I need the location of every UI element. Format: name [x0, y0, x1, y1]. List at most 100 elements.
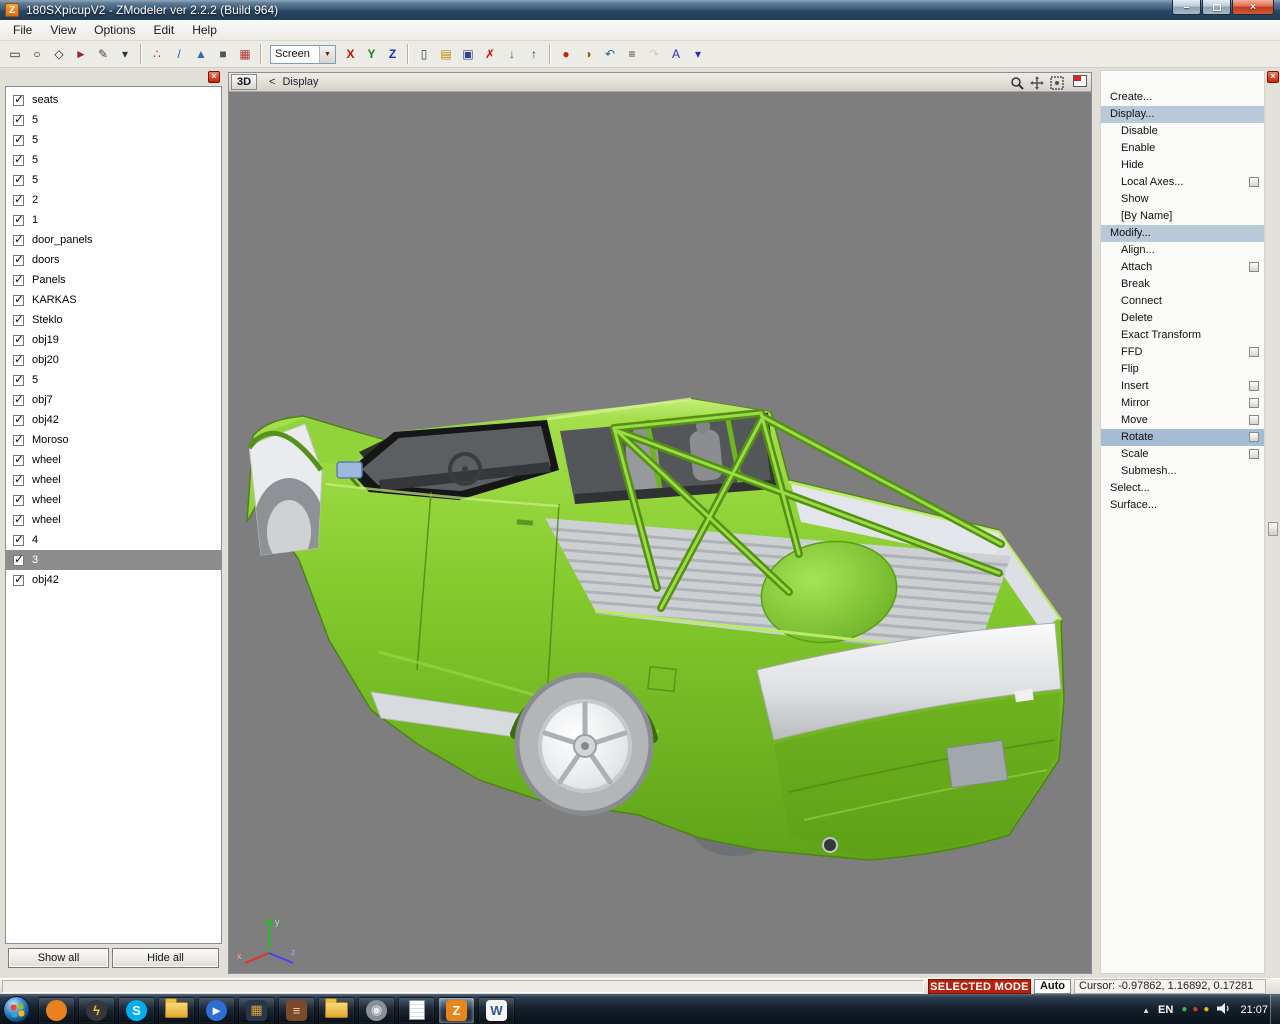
visibility-checkbox[interactable]: ✓ — [13, 415, 24, 426]
visibility-checkbox[interactable]: ✓ — [13, 515, 24, 526]
media-player-icon[interactable]: ► — [198, 997, 235, 1024]
axis-y-button[interactable]: Y — [361, 44, 382, 65]
capture-icon[interactable]: ◉ — [358, 997, 395, 1024]
visibility-checkbox[interactable]: ✓ — [13, 355, 24, 366]
zoom-extents-icon[interactable] — [1049, 75, 1065, 90]
command-scale[interactable]: Scale — [1101, 446, 1264, 463]
command-move[interactable]: Move — [1101, 412, 1264, 429]
command-insert[interactable]: Insert — [1101, 378, 1264, 395]
command-exact-transform[interactable]: Exact Transform — [1101, 327, 1264, 344]
delete-icon[interactable]: ✗ — [479, 43, 501, 65]
polygons-mode-icon[interactable]: ▲ — [190, 43, 212, 65]
uv-mapper-icon[interactable]: ▦ — [234, 43, 256, 65]
object-list-item[interactable]: ✓ obj42 — [6, 410, 221, 430]
command-checkbox[interactable] — [1249, 449, 1259, 459]
objects-mode-icon[interactable]: ■ — [212, 43, 234, 65]
visibility-checkbox[interactable]: ✓ — [13, 215, 24, 226]
visibility-checkbox[interactable]: ✓ — [13, 335, 24, 346]
command-ffd[interactable]: FFD — [1101, 344, 1264, 361]
hidden-icons-button[interactable]: ▲ — [1142, 1006, 1150, 1015]
visibility-checkbox[interactable]: ✓ — [13, 135, 24, 146]
object-list-item[interactable]: ✓ 2 — [6, 190, 221, 210]
hide-all-button[interactable]: Hide all — [112, 948, 219, 968]
show-desktop-button[interactable] — [1270, 995, 1280, 1024]
command-submesh[interactable]: Submesh... — [1101, 463, 1264, 480]
object-list-item[interactable]: ✓ wheel — [6, 450, 221, 470]
visibility-checkbox[interactable]: ✓ — [13, 475, 24, 486]
select-single-icon[interactable]: ► — [70, 43, 92, 65]
command-attach[interactable]: Attach — [1101, 259, 1264, 276]
command-enable[interactable]: Enable — [1101, 140, 1264, 157]
visibility-checkbox[interactable]: ✓ — [13, 155, 24, 166]
open-file-icon[interactable]: ▤ — [435, 43, 457, 65]
object-list-item[interactable]: ✓ 5 — [6, 170, 221, 190]
font-dropdown[interactable]: ▾ — [687, 43, 709, 65]
command-modify[interactable]: Modify... — [1101, 225, 1264, 242]
command-checkbox[interactable] — [1249, 347, 1259, 357]
select-options-dropdown[interactable]: ▾ — [114, 43, 136, 65]
menu-item[interactable]: Options — [85, 21, 144, 39]
visibility-checkbox[interactable]: ✓ — [13, 495, 24, 506]
visibility-checkbox[interactable]: ✓ — [13, 455, 24, 466]
visibility-checkbox[interactable]: ✓ — [13, 275, 24, 286]
command-create[interactable]: Create... — [1101, 89, 1264, 106]
object-list-item[interactable]: ✓ obj42 — [6, 570, 221, 590]
visibility-checkbox[interactable]: ✓ — [13, 295, 24, 306]
object-list-item[interactable]: ✓ 5 — [6, 150, 221, 170]
visibility-checkbox[interactable]: ✓ — [13, 115, 24, 126]
scrollbar-thumb[interactable] — [1268, 522, 1278, 536]
titlebar[interactable]: Z 180SXpicupV2 - ZModeler ver 2.2.2 (Bui… — [0, 0, 1280, 20]
visibility-checkbox[interactable]: ✓ — [13, 435, 24, 446]
command-checkbox[interactable] — [1249, 262, 1259, 272]
object-list-item[interactable]: ✓ obj7 — [6, 390, 221, 410]
command-checkbox[interactable] — [1249, 432, 1259, 442]
close-command-panel-button[interactable]: × — [1267, 71, 1279, 83]
object-list-item[interactable]: ✓ KARKAS — [6, 290, 221, 310]
explorer-icon[interactable] — [158, 997, 195, 1024]
command-mirror[interactable]: Mirror — [1101, 395, 1264, 412]
visibility-checkbox[interactable]: ✓ — [13, 315, 24, 326]
object-list-item[interactable]: ✓ 1 — [6, 210, 221, 230]
volume-icon[interactable] — [1217, 1003, 1230, 1017]
skype-icon[interactable]: S — [118, 997, 155, 1024]
command-rotate[interactable]: Rotate — [1101, 429, 1264, 446]
history-icon[interactable]: ≡ — [621, 43, 643, 65]
antivirus-icon[interactable]: ● — [1181, 1005, 1187, 1015]
close-button[interactable]: × — [1232, 0, 1274, 15]
visibility-checkbox[interactable]: ✓ — [13, 255, 24, 266]
render-icon[interactable]: ● — [555, 43, 577, 65]
object-list-item[interactable]: ✓ 3 — [6, 550, 221, 570]
visibility-checkbox[interactable]: ✓ — [13, 195, 24, 206]
axis-x-button[interactable]: X — [340, 44, 361, 65]
import-icon[interactable]: ↓ — [501, 43, 523, 65]
command-align[interactable]: Align... — [1101, 242, 1264, 259]
car-model[interactable] — [229, 92, 1091, 973]
viewport-canvas[interactable]: y x z — [229, 92, 1091, 973]
font-color-icon[interactable]: A — [665, 43, 687, 65]
clock[interactable]: 21:07 — [1238, 1004, 1268, 1016]
maximize-button[interactable] — [1202, 0, 1231, 15]
command-surface[interactable]: Surface... — [1101, 497, 1264, 514]
command-break[interactable]: Break — [1101, 276, 1264, 293]
visibility-checkbox[interactable]: ✓ — [13, 175, 24, 186]
axis-z-button[interactable]: Z — [382, 44, 403, 65]
zmodeler-icon[interactable]: Z — [438, 997, 475, 1024]
command-delete[interactable]: Delete — [1101, 310, 1264, 327]
viewport-mode-tab[interactable]: 3D — [231, 74, 257, 90]
command-flip[interactable]: Flip — [1101, 361, 1264, 378]
command-local-axes[interactable]: Local Axes... — [1101, 174, 1264, 191]
winamp-icon[interactable]: ϟ — [78, 997, 115, 1024]
visibility-checkbox[interactable]: ✓ — [13, 395, 24, 406]
object-list-item[interactable]: ✓ 5 — [6, 370, 221, 390]
close-object-panel-button[interactable]: × — [208, 71, 220, 83]
command-checkbox[interactable] — [1249, 398, 1259, 408]
object-list-item[interactable]: ✓ Moroso — [6, 430, 221, 450]
visibility-checkbox[interactable]: ✓ — [13, 235, 24, 246]
object-list-item[interactable]: ✓ Steklo — [6, 310, 221, 330]
select-rect-icon[interactable]: ▭ — [4, 43, 26, 65]
new-file-icon[interactable]: ▯ — [413, 43, 435, 65]
object-list-item[interactable]: ✓ 5 — [6, 130, 221, 150]
menu-item[interactable]: Edit — [145, 21, 184, 39]
export-icon[interactable]: ↑ — [523, 43, 545, 65]
select-circle-icon[interactable]: ○ — [26, 43, 48, 65]
